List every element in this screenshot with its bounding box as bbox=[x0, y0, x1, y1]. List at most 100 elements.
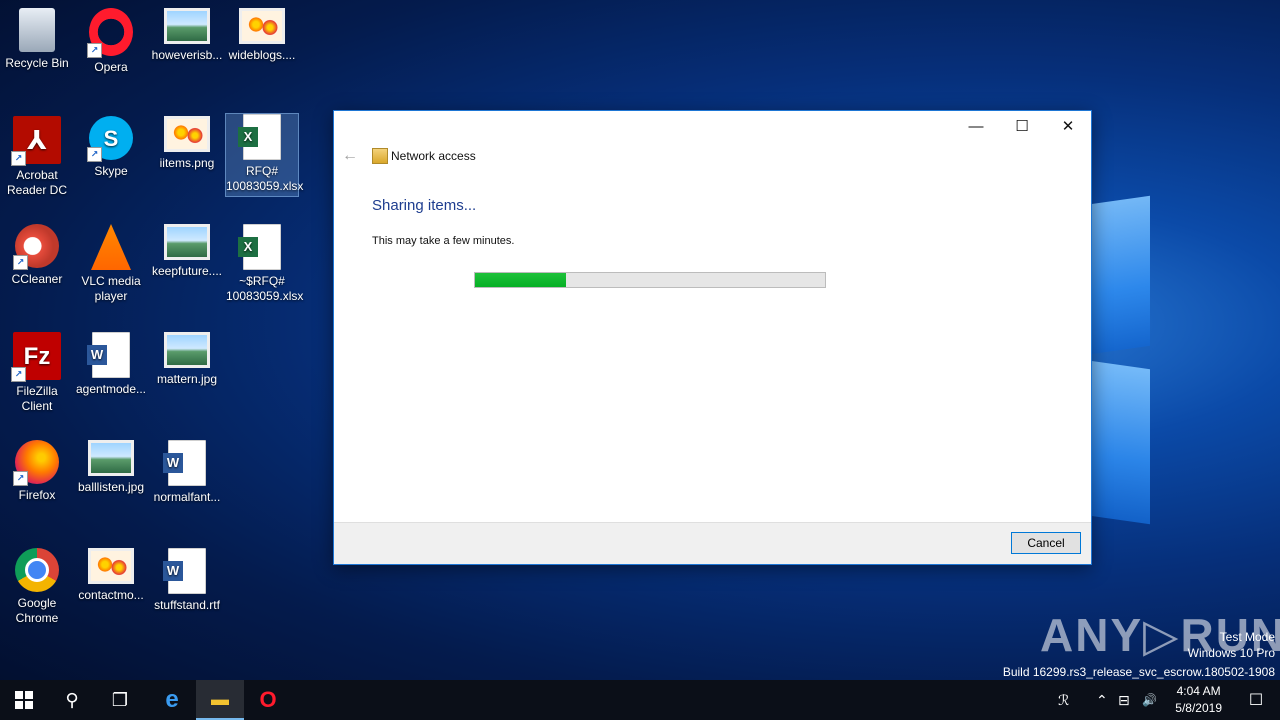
acrobat-icon: ⅄ ↗ bbox=[11, 116, 61, 166]
image-file-icon bbox=[164, 116, 210, 152]
desktop-icon-rfq-xlsx[interactable]: X RFQ# 10083059.xlsx bbox=[225, 113, 304, 197]
image-file-icon bbox=[239, 8, 285, 44]
taskbar: ⚲ ❐ e ▬ O ℛ ⌃ ⊟ 🔊 4:04 AM 5/8/2019 ☐ bbox=[0, 680, 1280, 720]
desktop-icon-rfq-temp-xlsx[interactable]: X ~$RFQ# 10083059.xlsx bbox=[226, 224, 304, 304]
desktop-icon-mattern[interactable]: mattern.jpg bbox=[151, 332, 223, 387]
desktop-icon-label: normalfant... bbox=[153, 490, 221, 504]
filezilla-icon: Fz ↗ bbox=[11, 332, 61, 382]
watermark-test-mode: Test Mode bbox=[1219, 630, 1275, 644]
desktop-icon-agentmode[interactable]: W agentmode... bbox=[75, 332, 147, 397]
watermark-edition: Windows 10 Pro bbox=[1187, 646, 1275, 660]
desktop-icon-label: FileZilla Client bbox=[16, 384, 58, 413]
image-file-icon bbox=[164, 8, 210, 44]
image-file-icon bbox=[88, 440, 134, 476]
dialog-subtext: This may take a few minutes. bbox=[372, 235, 515, 247]
desktop-icon-vlc[interactable]: VLC media player bbox=[75, 224, 147, 304]
clock-time: 4:04 AM bbox=[1176, 684, 1221, 698]
shortcut-arrow-icon: ↗ bbox=[87, 147, 102, 162]
desktop-icon-label: Acrobat Reader DC bbox=[6, 168, 68, 197]
people-icon[interactable]: ℛ bbox=[1058, 680, 1069, 720]
recycle-bin-icon bbox=[19, 8, 55, 52]
desktop-icon-skype[interactable]: S ↗ Skype bbox=[75, 116, 147, 179]
wallpaper-pane-bottom bbox=[1090, 360, 1150, 525]
dialog-footer: Cancel bbox=[334, 522, 1091, 564]
desktop-icon-wideblogs[interactable]: wideblogs.... bbox=[226, 8, 298, 63]
desktop-icon-recycle-bin[interactable]: Recycle Bin bbox=[1, 8, 73, 71]
cancel-button[interactable]: Cancel bbox=[1011, 532, 1081, 554]
progress-fill bbox=[475, 273, 566, 287]
vlc-cone-icon bbox=[91, 224, 131, 270]
desktop-icon-howeverisb[interactable]: howeverisb... bbox=[151, 8, 223, 63]
desktop-icon-label: howeverisb... bbox=[151, 48, 223, 62]
chevron-up-icon[interactable]: ⌃ bbox=[1096, 680, 1108, 720]
desktop-icon-ccleaner[interactable]: ↗ CCleaner bbox=[1, 224, 73, 287]
desktop-icon-acrobat-reader[interactable]: ⅄ ↗ Acrobat Reader DC bbox=[1, 116, 73, 198]
volume-icon[interactable]: 🔊 bbox=[1142, 680, 1157, 720]
clock-date: 5/8/2019 bbox=[1175, 701, 1222, 715]
window-controls: — ☐ ✕ bbox=[953, 111, 1091, 141]
desktop-icon-stuffstand[interactable]: W stuffstand.rtf bbox=[151, 548, 223, 613]
network-icon[interactable]: ⊟ bbox=[1118, 680, 1130, 720]
desktop-icon-balllisten[interactable]: balllisten.jpg bbox=[75, 440, 147, 495]
desktop-icon-label: keepfuture.... bbox=[151, 264, 223, 278]
excel-document-icon: X bbox=[238, 224, 281, 270]
shortcut-arrow-icon: ↗ bbox=[11, 367, 26, 382]
desktop-icon-normalfant[interactable]: W normalfant... bbox=[151, 440, 223, 505]
file-explorer-icon[interactable]: ▬ bbox=[196, 680, 244, 720]
opera-icon: ↗ bbox=[87, 8, 133, 58]
skype-icon: S ↗ bbox=[87, 116, 133, 162]
desktop-icon-contactmo[interactable]: contactmo... bbox=[75, 548, 147, 603]
clock[interactable]: 4:04 AM 5/8/2019 bbox=[1175, 683, 1222, 717]
watermark-build: Build 16299.rs3_release_svc_escrow.18050… bbox=[1002, 665, 1275, 679]
shortcut-arrow-icon: ↗ bbox=[13, 471, 28, 486]
notification-center-icon[interactable]: ☐ bbox=[1232, 680, 1280, 720]
dialog-nav-title: Network access bbox=[391, 149, 476, 163]
back-arrow-icon[interactable]: ← bbox=[342, 147, 358, 165]
opera-taskbar-icon[interactable]: O bbox=[244, 680, 292, 720]
image-file-icon bbox=[164, 332, 210, 368]
desktop-icon-firefox[interactable]: ↗ Firefox bbox=[1, 440, 73, 503]
desktop-icon-label: iitems.png bbox=[159, 156, 215, 170]
desktop-icon-label: RFQ# 10083059.xlsx bbox=[226, 164, 304, 193]
desktop-icon-label: balllisten.jpg bbox=[77, 480, 145, 494]
image-file-icon bbox=[164, 224, 210, 260]
shortcut-arrow-icon: ↗ bbox=[87, 43, 102, 58]
word-document-icon: W bbox=[87, 332, 130, 378]
firefox-icon: ↗ bbox=[13, 440, 59, 486]
edge-icon[interactable]: e bbox=[148, 680, 196, 720]
windows-logo-icon bbox=[15, 691, 33, 709]
desktop-icon-label: Firefox bbox=[18, 488, 56, 502]
chrome-icon bbox=[15, 548, 59, 592]
maximize-button[interactable]: ☐ bbox=[999, 111, 1045, 141]
desktop-icon-opera[interactable]: ↗ Opera bbox=[75, 8, 147, 75]
shortcut-arrow-icon: ↗ bbox=[13, 255, 28, 270]
search-icon[interactable]: ⚲ bbox=[48, 680, 96, 720]
desktop-icon-label: agentmode... bbox=[75, 382, 147, 396]
ccleaner-icon: ↗ bbox=[13, 224, 59, 270]
network-sharing-icon bbox=[372, 148, 388, 164]
sharing-progress-bar bbox=[474, 272, 826, 288]
shortcut-arrow-icon: ↗ bbox=[11, 151, 26, 166]
desktop-icon-iitems[interactable]: iitems.png bbox=[151, 116, 223, 171]
desktop-icon-label: Google Chrome bbox=[15, 596, 59, 625]
desktop-icon-label: mattern.jpg bbox=[156, 372, 218, 386]
wallpaper-pane-top bbox=[1090, 195, 1150, 355]
network-access-dialog: — ☐ ✕ ← Network access Sharing items... … bbox=[333, 110, 1092, 565]
start-button[interactable] bbox=[0, 680, 48, 720]
excel-document-icon: X bbox=[238, 114, 281, 160]
word-document-icon: W bbox=[163, 548, 206, 594]
desktop-icon-label: VLC media player bbox=[81, 274, 141, 303]
desktop-icon-label: Recycle Bin bbox=[5, 56, 69, 70]
desktop-icon-label: Opera bbox=[94, 60, 128, 74]
minimize-button[interactable]: — bbox=[953, 111, 999, 141]
desktop-icon-label: contactmo... bbox=[78, 588, 144, 602]
dialog-heading: Sharing items... bbox=[372, 197, 477, 214]
close-button[interactable]: ✕ bbox=[1045, 111, 1091, 141]
desktop-icon-keepfuture[interactable]: keepfuture.... bbox=[151, 224, 223, 279]
word-document-icon: W bbox=[163, 440, 206, 486]
desktop-icon-filezilla[interactable]: Fz ↗ FileZilla Client bbox=[1, 332, 73, 414]
desktop-icon-google-chrome[interactable]: Google Chrome bbox=[1, 548, 73, 626]
desktop-icon-label: stuffstand.rtf bbox=[154, 598, 220, 612]
task-view-icon[interactable]: ❐ bbox=[96, 680, 144, 720]
desktop-icon-label: ~$RFQ# 10083059.xlsx bbox=[226, 274, 304, 303]
